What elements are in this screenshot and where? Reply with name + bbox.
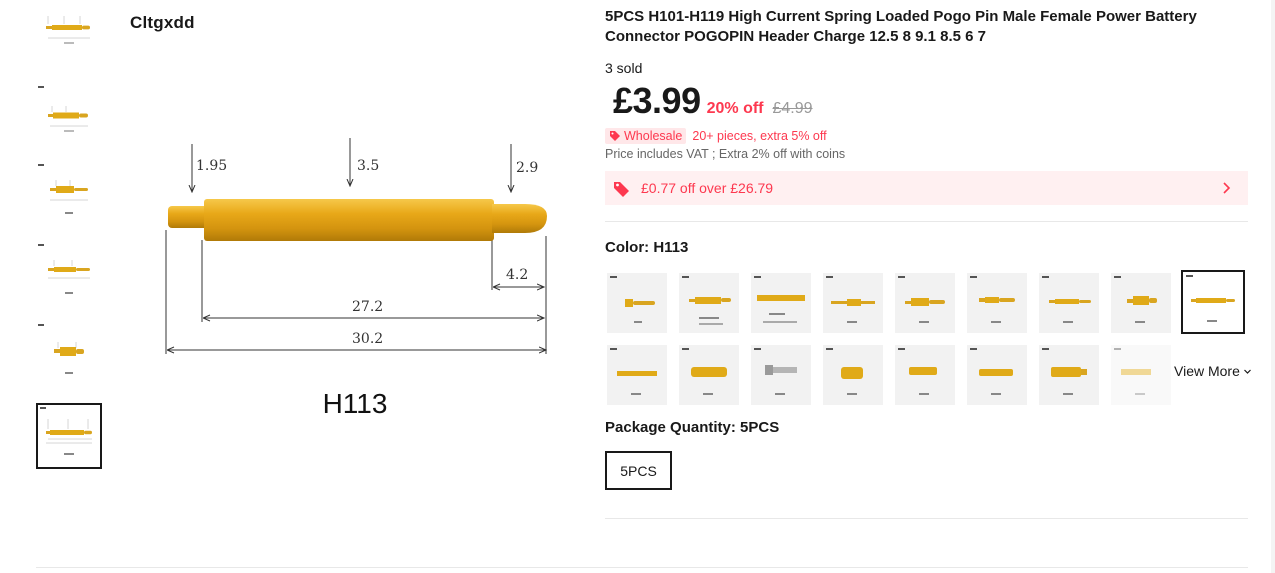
tag-icon [610, 131, 620, 141]
gallery-thumbnail[interactable] [36, 242, 102, 308]
color-swatch-h119[interactable] [679, 273, 739, 333]
color-swatch-h111[interactable] [679, 345, 739, 405]
pin-drawing-thumbnail-icon [46, 16, 90, 44]
color-swatch-h109[interactable] [751, 345, 811, 405]
dim-body-label: 3.5 [357, 158, 379, 174]
color-swatch-h114[interactable] [1111, 273, 1171, 333]
pin-swatch-icon [754, 276, 805, 323]
coupon-text: £0.77 off over £26.79 [641, 180, 774, 196]
dim-head-length-label: 4.2 [506, 267, 528, 283]
pin-swatch-icon [682, 348, 727, 395]
wholesale-badge: Wholesale [605, 128, 687, 144]
color-title: Color: H113 [605, 239, 689, 256]
gallery-thumbnail[interactable] [36, 4, 102, 70]
sold-count: 3 sold [605, 60, 643, 76]
pin-swatch-icon [970, 348, 1013, 395]
pin-swatch-icon [682, 276, 731, 325]
color-swatch-h116[interactable] [895, 273, 955, 333]
pin-drawing-thumbnail-icon [38, 164, 88, 214]
color-swatch-h117[interactable] [823, 273, 883, 333]
pin-swatch-icon [1114, 276, 1157, 323]
gallery-thumbnail[interactable] [36, 322, 102, 388]
section-divider [36, 567, 1248, 568]
pin-swatch-icon [1114, 348, 1151, 395]
pin-swatch-icon [1186, 275, 1235, 322]
price-row: £3.99 20% off £4.99 [613, 80, 813, 122]
pin-drawing-thumbnail-icon [40, 407, 92, 455]
package-quantity-title: Package Quantity: 5PCS [605, 419, 780, 436]
dim-tip-label: 1.95 [196, 158, 227, 174]
pin-swatch-icon [1042, 348, 1087, 395]
vat-note: Price includes VAT ; Extra 2% off with c… [605, 147, 846, 161]
page-scrollbar[interactable] [1271, 0, 1275, 573]
divider [605, 221, 1248, 222]
quantity-option-5pcs[interactable]: 5PCS [605, 451, 672, 490]
pin-swatch-icon [898, 276, 945, 323]
chevron-right-icon [1223, 182, 1231, 194]
current-price: £3.99 [613, 80, 701, 121]
gallery-thumbnail[interactable] [36, 84, 102, 150]
wholesale-label: Wholesale [624, 129, 683, 143]
dim-total-length-label: 30.2 [352, 331, 383, 347]
view-more-link[interactable]: View More [1174, 363, 1252, 379]
color-swatch-h108[interactable] [823, 345, 883, 405]
pin-swatch-icon [610, 276, 655, 323]
color-swatch-h106[interactable] [967, 345, 1027, 405]
color-swatch-h113[interactable] [1039, 273, 1099, 333]
pin-swatch-icon [826, 348, 863, 395]
original-price: £4.99 [772, 100, 813, 117]
chevron-down-icon [1243, 369, 1251, 374]
pin-swatch-icon [1042, 276, 1091, 323]
pin-swatch-icon [826, 276, 875, 323]
discount-badge: 20% off [706, 100, 764, 117]
pin-body [204, 199, 494, 241]
pin-drawing-thumbnail-icon [38, 324, 84, 374]
pin-swatch-icon [610, 348, 657, 395]
model-label: H113 [322, 388, 388, 419]
divider [605, 518, 1248, 519]
product-title: 5PCS H101-H119 High Current Spring Loade… [605, 8, 1197, 45]
gallery-thumbnail-selected[interactable] [36, 403, 102, 469]
pin-tip [168, 206, 208, 228]
pin-swatch-icon [970, 276, 1015, 323]
color-swatch-h105[interactable] [1039, 345, 1099, 405]
color-swatch-h112[interactable] [607, 345, 667, 405]
color-swatch-h115[interactable] [967, 273, 1027, 333]
pin-drawing-thumbnail-icon [38, 244, 90, 294]
coupon-tag-icon [614, 181, 629, 197]
wholesale-text: 20+ pieces, extra 5% off [692, 129, 827, 143]
color-swatch-h101[interactable] [1111, 345, 1171, 405]
pin-head [492, 204, 547, 233]
wholesale-row: Wholesale 20+ pieces, extra 5% off [605, 128, 827, 144]
view-more-label: View More [1174, 363, 1240, 379]
dim-body-length-label: 27.2 [352, 299, 383, 315]
color-swatch-h113-selected[interactable] [1181, 270, 1245, 334]
pin-swatch-icon [754, 348, 797, 395]
main-product-image[interactable]: Cltgxdd 1.95 3.5 2.9 4.2 27.2 30.2 H113 [120, 4, 590, 474]
gallery-thumbnail[interactable] [36, 162, 102, 228]
pin-swatch-icon [898, 348, 937, 395]
coupon-banner[interactable]: £0.77 off over £26.79 [605, 171, 1248, 205]
pin-drawing-thumbnail-icon [38, 86, 88, 132]
color-swatch-h118[interactable] [751, 273, 811, 333]
color-swatch-h107[interactable] [895, 345, 955, 405]
dim-head-label: 2.9 [516, 160, 538, 176]
color-swatch-h110[interactable] [607, 273, 667, 333]
